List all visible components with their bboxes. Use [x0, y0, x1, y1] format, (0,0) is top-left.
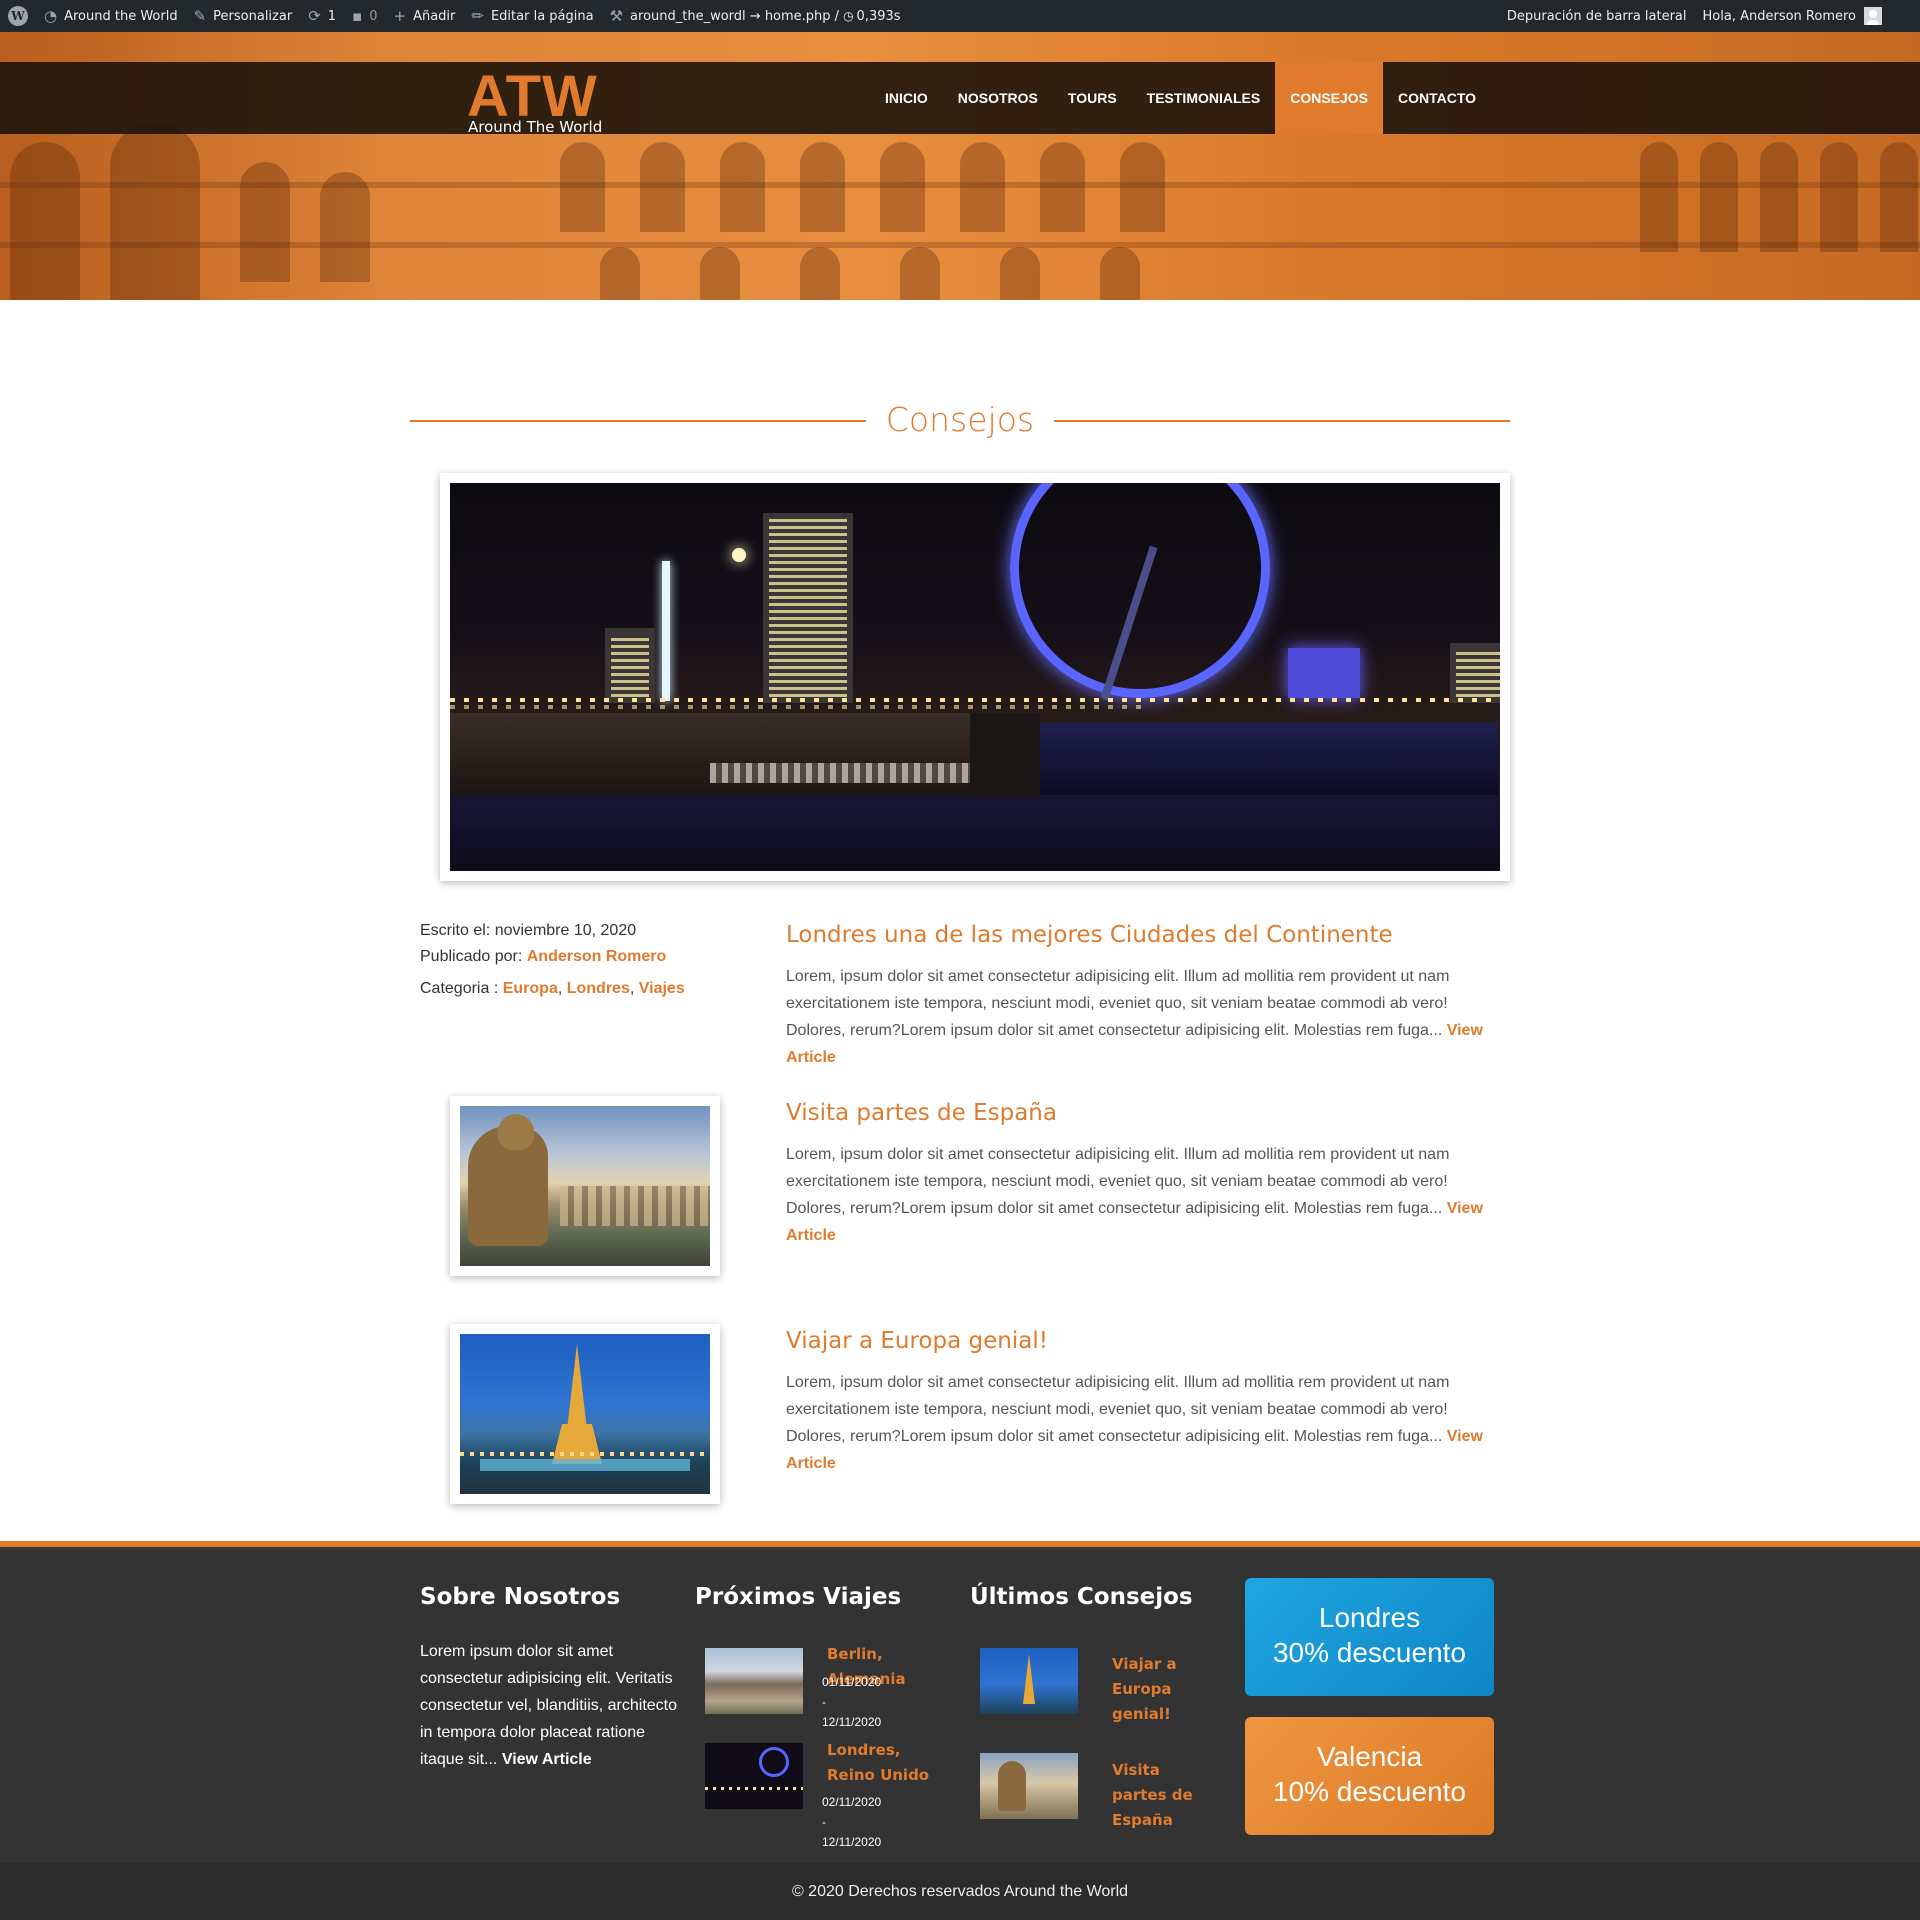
adminbar-updates-link[interactable]: ⟳ 1	[300, 0, 344, 32]
post-excerpt: Lorem, ipsum dolor sit amet consectetur …	[786, 1146, 1483, 1244]
adminbar-template-info[interactable]: ⚒ around_the_wordl → home.php / ◷ 0,393s	[602, 0, 909, 32]
adminbar-debug-sidebar[interactable]: Depuración de barra lateral	[1499, 0, 1695, 32]
plus-icon: +	[393, 6, 407, 25]
main-menu: INICIO NOSOTROS TOURS TESTIMONIALES CONS…	[870, 62, 1491, 134]
nav-consejos[interactable]: CONSEJOS	[1275, 62, 1384, 134]
post-categories: Categoria : Europa, Londres, Viajes	[420, 980, 685, 997]
footer-heading-trips: Próximos Viajes	[695, 1584, 902, 1610]
admin-bar: W ◔ Around the World ✎ Personalizar ⟳ 1 ▪ 0 …	[0, 0, 1920, 32]
footer-about-text: Lorem ipsum dolor sit amet consectetur a…	[420, 1643, 678, 1768]
comment-icon: ▪	[352, 6, 363, 25]
adminbar-edit-page-link[interactable]: ✏ Editar la página	[463, 0, 601, 32]
page-title: Consejos	[885, 400, 1035, 439]
post-title-londres[interactable]: Londres una de las mejores Ciudades del …	[786, 922, 1393, 948]
adminbar-customize-link[interactable]: ✎ Personalizar	[186, 0, 301, 32]
nav-tours[interactable]: TOURS	[1053, 62, 1132, 134]
promo-valencia[interactable]: Valencia 10% descuento	[1245, 1717, 1494, 1835]
wordpress-logo-button[interactable]: W	[0, 0, 36, 32]
trip-thumbnail-londres[interactable]	[705, 1743, 803, 1809]
copyright: © 2020 Derechos reservados Around the Wo…	[0, 1863, 1920, 1920]
wordpress-icon: W	[8, 6, 28, 26]
post-author: Publicado por: Anderson Romero	[420, 948, 667, 965]
trip-dates: 01/11/2020-12/11/2020	[822, 1675, 882, 1729]
footer	[0, 1541, 1920, 1863]
hammer-icon: ⚒	[609, 6, 624, 25]
footer-view-article-link[interactable]: View Article	[502, 1751, 592, 1768]
post-excerpt: Lorem, ipsum dolor sit amet consectetur …	[786, 968, 1483, 1066]
adminbar-site-link[interactable]: ◔ Around the World	[36, 0, 186, 32]
featured-image[interactable]	[440, 473, 1510, 881]
gargoyle-photo	[460, 1106, 710, 1266]
author-link[interactable]: Anderson Romero	[527, 948, 667, 965]
tip-thumbnail-espana[interactable]	[980, 1753, 1078, 1819]
site-logo[interactable]: ATW Around The World	[467, 68, 602, 137]
category-link-viajes[interactable]: Viajes	[639, 980, 685, 997]
pencil-icon: ✏	[471, 6, 484, 25]
tip-link-europa[interactable]: Viajar a Europa genial!	[1112, 1652, 1202, 1727]
avatar	[1864, 7, 1882, 25]
adminbar-account-menu[interactable]: Hola, Anderson Romero	[1695, 0, 1890, 32]
adminbar-comments-link[interactable]: ▪ 0	[344, 0, 385, 32]
footer-heading-about: Sobre Nosotros	[420, 1584, 621, 1610]
eiffel-tower-photo	[460, 1334, 710, 1494]
category-link-londres[interactable]: Londres	[567, 980, 630, 997]
adminbar-new-link[interactable]: + Añadir	[386, 0, 464, 32]
post-meta: Escrito el: noviembre 10, 2020 Publicado…	[420, 918, 685, 1002]
refresh-icon: ⟳	[308, 6, 321, 25]
trip-dates: 02/11/2020-12/11/2020	[822, 1795, 882, 1849]
post-title-espana[interactable]: Visita partes de España	[786, 1100, 1057, 1126]
clock-icon: ◷	[843, 9, 854, 23]
tip-link-espana[interactable]: Visita partes de España	[1112, 1758, 1212, 1833]
nav-inicio[interactable]: INICIO	[870, 62, 943, 134]
post-thumbnail[interactable]	[450, 1324, 720, 1504]
category-link-europa[interactable]: Europa	[503, 980, 558, 997]
post-title-europa[interactable]: Viajar a Europa genial!	[786, 1328, 1048, 1354]
post-date: Escrito el: noviembre 10, 2020	[420, 922, 637, 939]
tip-thumbnail-europa[interactable]	[980, 1648, 1078, 1714]
page-title-block: Consejos	[410, 400, 1510, 444]
brush-icon: ✎	[193, 6, 207, 25]
trip-link-londres[interactable]: Londres, Reino Unido	[827, 1738, 947, 1788]
nav-testimoniales[interactable]: TESTIMONIALES	[1132, 62, 1276, 134]
london-night-photo	[450, 483, 1500, 871]
post-excerpt: Lorem, ipsum dolor sit amet consectetur …	[786, 1374, 1483, 1472]
post-thumbnail[interactable]	[450, 1096, 720, 1276]
nav-nosotros[interactable]: NOSOTROS	[943, 62, 1053, 134]
dashboard-icon: ◔	[44, 6, 58, 25]
footer-heading-tips: Últimos Consejos	[970, 1584, 1193, 1610]
logo-tagline: Around The World	[468, 118, 603, 136]
trip-thumbnail-berlin[interactable]	[705, 1648, 803, 1714]
nav-contacto[interactable]: CONTACTO	[1383, 62, 1491, 134]
promo-londres[interactable]: Londres 30% descuento	[1245, 1578, 1494, 1696]
